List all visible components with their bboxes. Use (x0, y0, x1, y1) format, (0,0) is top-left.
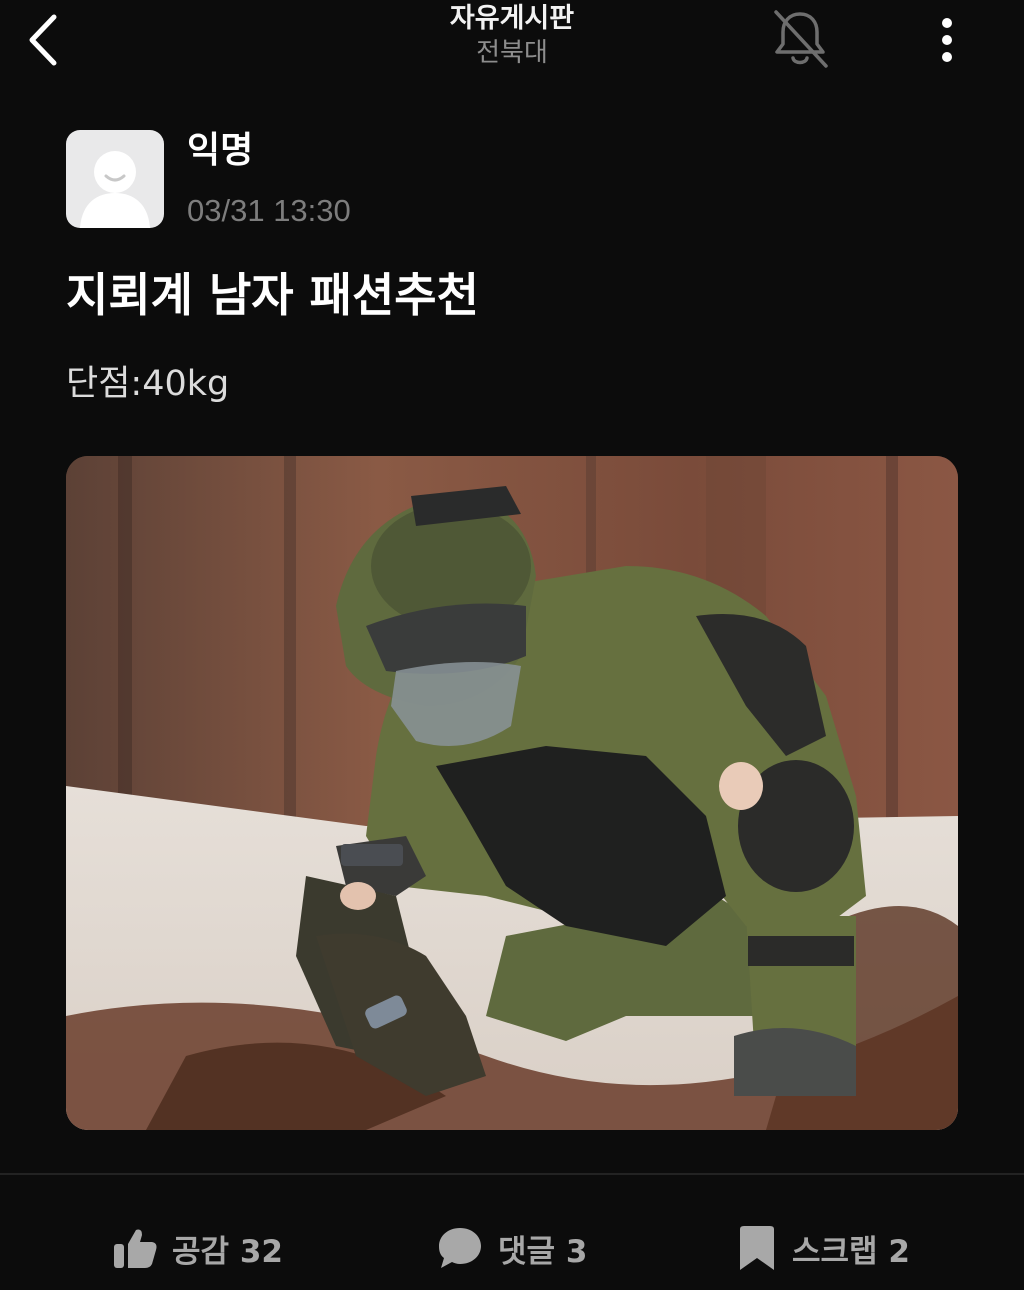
board-title: 자유게시판 (449, 3, 575, 34)
chevron-left-icon (29, 14, 57, 66)
back-button[interactable] (14, 8, 70, 72)
header-titles: 자유게시판 전북대 (312, 2, 712, 70)
school-name: 전북대 (476, 38, 548, 68)
scrap-count-label: 스크랩 2 (792, 1233, 910, 1270)
bell-off-icon (774, 10, 828, 68)
scrap-button[interactable]: 스크랩 2 (736, 1216, 910, 1280)
notification-toggle-button[interactable] (764, 6, 836, 72)
author-name: 익명 (187, 130, 254, 171)
app-header: 자유게시판 전북대 (0, 0, 1024, 96)
comment-count-label: 댓글 3 (498, 1233, 588, 1270)
post-image[interactable] (66, 456, 958, 1130)
speech-bubble-icon (436, 1225, 484, 1271)
like-button[interactable]: 공감 32 (112, 1216, 283, 1280)
more-options-button[interactable] (920, 10, 974, 70)
thumbs-up-icon (112, 1226, 158, 1270)
post-body: 단점:40kg (66, 364, 230, 404)
post-timestamp: 03/31 13:30 (187, 193, 351, 228)
author-avatar (66, 130, 164, 228)
more-vertical-icon (942, 18, 952, 62)
comment-button[interactable]: 댓글 3 (436, 1216, 587, 1280)
bomb-suit-photo (66, 456, 958, 1130)
like-count-label: 공감 32 (172, 1233, 283, 1270)
post-title: 지뢰계 남자 패션추천 (66, 268, 479, 322)
anonymous-avatar-icon (80, 151, 150, 228)
bookmark-icon (736, 1224, 778, 1272)
action-bar-divider (0, 1173, 1024, 1175)
